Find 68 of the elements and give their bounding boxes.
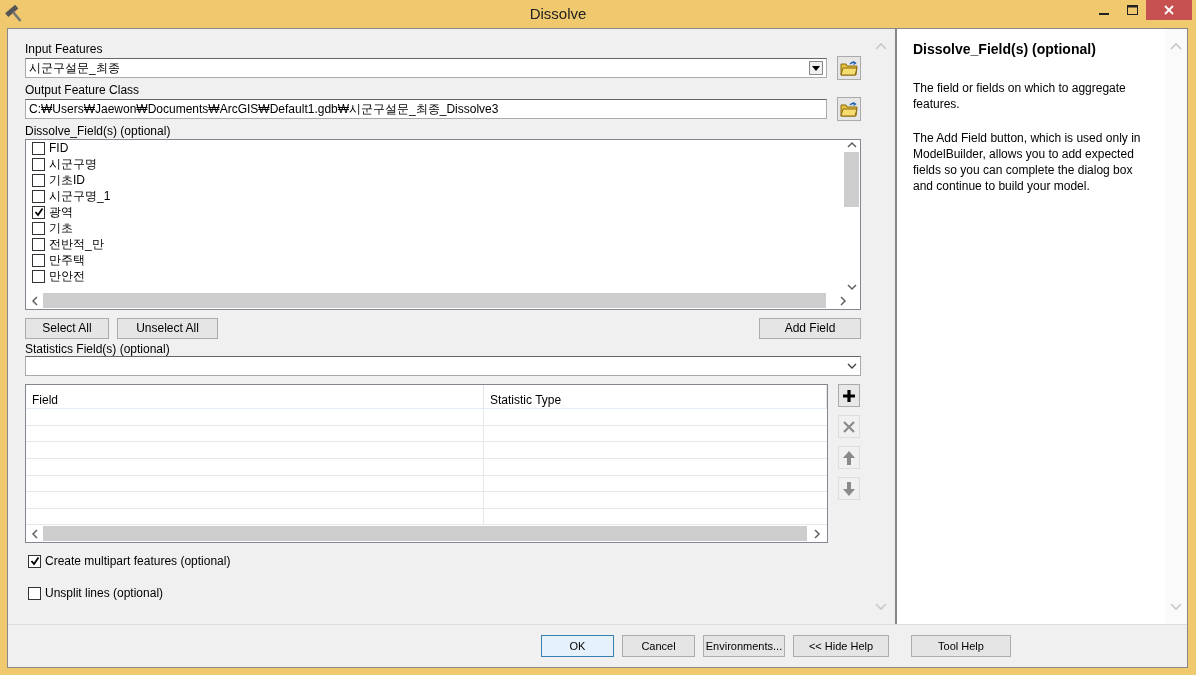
dialog-button[interactable]: Tool Help: [911, 635, 1011, 657]
dropdown-field[interactable]: 시군구설문_최종: [25, 58, 827, 78]
dialog-button[interactable]: OK: [541, 635, 614, 657]
browse-button[interactable]: [837, 97, 861, 121]
close-icon: [841, 418, 857, 435]
add-field-button[interactable]: Add Field: [759, 318, 861, 339]
arrow-up-icon: [841, 449, 857, 466]
close-button[interactable]: [1146, 0, 1192, 20]
list-button[interactable]: Unselect All: [117, 318, 218, 339]
field-label: Statistics Field(s) (optional): [25, 342, 171, 356]
checkbox[interactable]: [32, 253, 45, 267]
checkbox[interactable]: [32, 189, 45, 203]
chevron-right-icon: [812, 527, 822, 540]
option-label: Unsplit lines (optional): [45, 585, 164, 602]
field-label: Output Feature Class: [25, 83, 141, 97]
close-icon: [1164, 5, 1174, 15]
checkbox[interactable]: [32, 173, 45, 187]
window-title: Dissolve: [528, 3, 588, 24]
checkbox[interactable]: [28, 586, 41, 600]
help-text: The Add Field button, which is used only in ModelBuilder, allows you to add expected fields so you can complete the dialog box and continue to build your model.: [913, 130, 1142, 194]
checkbox[interactable]: [32, 237, 45, 251]
checkbox-list[interactable]: FID 시군구명 기초ID 시군구명_1 광역 기초 전반적_만 만주택 만안전: [25, 139, 861, 310]
checkbox[interactable]: [32, 205, 45, 219]
plus-icon: [841, 387, 857, 404]
chevron-left-icon: [29, 294, 40, 307]
chevron-up-icon: [1169, 41, 1183, 51]
checkbox[interactable]: [28, 554, 41, 568]
dialog-button[interactable]: Cancel: [622, 635, 695, 657]
chevron-up-icon: [874, 41, 888, 51]
item-label: 만안전: [49, 268, 85, 285]
option-label: Create multipart features (optional): [45, 553, 231, 570]
minimize-icon: [1099, 12, 1109, 15]
checkbox[interactable]: [32, 141, 45, 155]
item-label: 기초ID: [49, 172, 85, 189]
folder-icon: [840, 60, 858, 76]
item-label: 만주택: [49, 252, 85, 269]
item-label: 광역: [49, 204, 73, 221]
column-header: Field: [26, 385, 484, 408]
chevron-left-icon: [29, 527, 40, 540]
dialog-button[interactable]: Environments...: [703, 635, 785, 657]
browse-button[interactable]: [837, 56, 861, 80]
list-button[interactable]: Select All: [25, 318, 109, 339]
maximize-icon: [1126, 5, 1138, 15]
arrow-down-icon: [841, 480, 857, 497]
chevron-right-icon: [838, 294, 848, 307]
checkbox[interactable]: [32, 157, 45, 171]
field-value: 시군구설문_최종: [29, 60, 121, 77]
help-title: Dissolve_Field(s) (optional): [913, 40, 1097, 59]
checkbox[interactable]: [32, 269, 45, 283]
chevron-up-icon: [845, 140, 858, 150]
field-label: Input Features: [25, 42, 104, 56]
chevron-down-icon: [1169, 602, 1183, 612]
chevron-down-icon: [845, 282, 858, 292]
folder-icon: [840, 101, 858, 117]
tool-button[interactable]: [838, 384, 860, 407]
item-label: 기초: [49, 220, 73, 237]
item-label: 시군구명: [49, 156, 97, 173]
item-label: 전반적_만: [49, 236, 104, 253]
dialog-button[interactable]: << Hide Help: [793, 635, 889, 657]
dropdown-field[interactable]: [25, 356, 861, 376]
text-field[interactable]: C:₩Users₩Jaewon₩Documents₩ArcGIS₩Default1.gdb₩시군구설문_최종_Dissolve3: [25, 99, 827, 119]
help-text: The field or fields on which to aggregate features.: [913, 80, 1127, 112]
column-header: Statistic Type: [484, 385, 827, 408]
field-label: Dissolve_Field(s) (optional): [25, 124, 172, 138]
checkbox[interactable]: [32, 221, 45, 235]
item-label: FID: [49, 140, 69, 157]
chevron-down-icon: [874, 602, 888, 612]
item-label: 시군구명_1: [49, 188, 111, 205]
